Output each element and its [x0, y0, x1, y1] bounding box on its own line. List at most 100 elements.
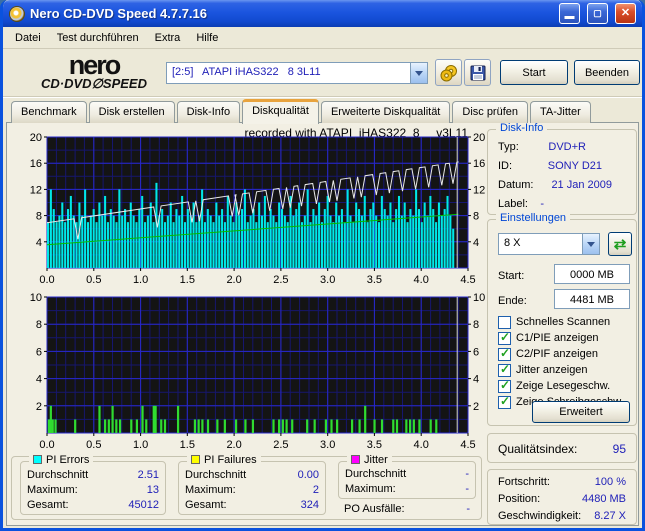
- stat-label: Gesamt:: [27, 499, 69, 511]
- maximize-button[interactable]: ▢: [587, 3, 608, 24]
- svg-text:3.5: 3.5: [367, 274, 382, 285]
- po-failures-label: PO Ausfälle:: [344, 503, 405, 515]
- quit-button-label: Beenden: [584, 66, 630, 79]
- refresh-icon: ⇄: [613, 235, 627, 253]
- pi-errors-chart: 4 4 8 8 12 12 16 16 20 20 0.0 0.5 1.0 1.5 2.0 2.5 3.0 3.5…: [30, 133, 486, 285]
- svg-text:4: 4: [36, 374, 42, 386]
- pi-errors-stats-title: PI Errors: [29, 454, 94, 466]
- svg-text:6: 6: [473, 346, 479, 358]
- tab-strip: Benchmark Disk erstellen Disk-Info Diskq…: [11, 99, 591, 124]
- pi-errors-swatch: [33, 455, 42, 464]
- checkbox-lesegeschw[interactable]: Zeige Lesegeschw.: [498, 378, 610, 393]
- stat-label: Maximum:: [185, 484, 236, 496]
- advanced-button-label: Erweitert: [559, 406, 603, 418]
- checkbox-icon[interactable]: [498, 362, 511, 377]
- app-window: Nero CD-DVD Speed 4.7.7.16 ▬ ▢ ✕ Datei T…: [0, 0, 645, 531]
- svg-text:4.5: 4.5: [460, 274, 475, 285]
- svg-text:3.0: 3.0: [320, 439, 335, 451]
- quit-button[interactable]: Beenden: [574, 60, 640, 85]
- svg-text:4.0: 4.0: [414, 439, 429, 451]
- stat-value: 2.51: [137, 469, 159, 481]
- svg-text:0.5: 0.5: [86, 274, 101, 285]
- quality-index-label: Qualitätsindex:: [498, 442, 578, 456]
- refresh-button[interactable]: ⇄: [608, 232, 632, 256]
- tab-disk-erstellen[interactable]: Disk erstellen: [88, 101, 175, 123]
- menu-datei[interactable]: Datei: [7, 30, 49, 46]
- tab-erweiterte-diskqualitaet[interactable]: Erweiterte Diskqualität: [320, 101, 451, 123]
- stat-label: Durchschnitt: [185, 469, 247, 481]
- svg-text:8: 8: [36, 319, 42, 331]
- checkbox-icon[interactable]: [498, 394, 511, 409]
- tab-benchmark[interactable]: Benchmark: [11, 101, 87, 123]
- svg-text:4: 4: [36, 237, 42, 249]
- start-position-label: Start:: [498, 270, 525, 282]
- checkbox-label: C2/PIF anzeigen: [516, 348, 598, 360]
- svg-text:4.5: 4.5: [460, 439, 475, 451]
- svg-text:4.0: 4.0: [414, 274, 429, 285]
- stat-label: Maximum:: [345, 483, 396, 495]
- progress-box: Fortschritt: 100 % Position: 4480 MB Gesch…: [487, 469, 637, 525]
- svg-text:4: 4: [473, 237, 479, 249]
- svg-text:16: 16: [30, 158, 42, 170]
- pi-failures-swatch: [191, 455, 200, 464]
- tab-ta-jitter[interactable]: TA-Jitter: [530, 101, 591, 123]
- stat-label: Gesamt:: [185, 499, 227, 511]
- settings-box: Einstellungen 8 X ⇄ Start: Ende: Schnell…: [487, 212, 637, 426]
- tab-diskqualitaet[interactable]: Diskqualität: [242, 99, 319, 124]
- svg-text:1.0: 1.0: [133, 439, 148, 451]
- tab-disk-info[interactable]: Disk-Info: [176, 101, 241, 123]
- svg-text:4: 4: [473, 374, 479, 386]
- checkbox-c2-pif[interactable]: C2/PIF anzeigen: [498, 346, 598, 361]
- menu-extra[interactable]: Extra: [147, 30, 189, 46]
- po-failures-row: PO Ausfälle: -: [344, 503, 470, 515]
- stat-value: 13: [146, 484, 159, 496]
- start-button[interactable]: Start: [500, 60, 568, 85]
- checkbox-c1-pie[interactable]: C1/PIE anzeigen: [498, 330, 599, 345]
- po-failures-value: -: [466, 503, 470, 515]
- speed-label: Geschwindigkeit:: [498, 510, 582, 522]
- menubar: Datei Test durchführen Extra Hilfe: [3, 27, 642, 49]
- checkbox-icon[interactable]: [498, 315, 511, 329]
- nero-logo: nero CD·DVD∅SPEED: [19, 50, 169, 91]
- start-position-field[interactable]: [554, 264, 630, 284]
- end-position-field[interactable]: [554, 289, 630, 309]
- statistics-panel: PI Errors Durchschnitt 2.51 Maximum: 13 Ge…: [11, 454, 482, 520]
- checkbox-schnelles-scannen[interactable]: Schnelles Scannen: [498, 315, 610, 329]
- maximize-icon: ▢: [593, 8, 602, 18]
- close-button[interactable]: ✕: [615, 3, 636, 24]
- checkbox-icon[interactable]: [498, 346, 511, 361]
- checkbox-icon[interactable]: [498, 378, 511, 393]
- drive-select[interactable]: [2:5] ATAPI iHAS322 8 3L11: [166, 62, 428, 84]
- start-button-label: Start: [522, 66, 546, 79]
- checkbox-icon[interactable]: [498, 330, 511, 345]
- chevron-down-icon[interactable]: [582, 234, 599, 254]
- disk-date-value: 21 Jan 2009: [551, 179, 612, 191]
- checkbox-label: Schnelles Scannen: [516, 316, 611, 328]
- menu-hilfe[interactable]: Hilfe: [188, 30, 226, 46]
- speed-select[interactable]: 8 X: [498, 233, 600, 255]
- disk-type-value: DVD+R: [548, 141, 586, 153]
- tab-disc-pruefen[interactable]: Disc prüfen: [452, 101, 529, 123]
- jitter-swatch: [351, 455, 360, 464]
- svg-text:8: 8: [473, 211, 479, 223]
- stat-value: 2: [312, 484, 319, 496]
- minimize-button[interactable]: ▬: [559, 3, 580, 24]
- nero-logo-text: nero: [68, 50, 122, 80]
- advanced-button[interactable]: Erweitert: [532, 401, 630, 423]
- menu-test-durchfuehren[interactable]: Test durchführen: [49, 30, 147, 46]
- save-button[interactable]: [464, 59, 491, 86]
- stat-value: 324: [300, 499, 319, 511]
- svg-text:0.0: 0.0: [39, 274, 54, 285]
- svg-text:0.5: 0.5: [86, 439, 101, 451]
- chevron-down-icon[interactable]: [410, 63, 427, 83]
- checkbox-label: C1/PIE anzeigen: [516, 332, 599, 344]
- svg-text:2.5: 2.5: [273, 439, 288, 451]
- checkbox-jitter[interactable]: Jitter anzeigen: [498, 362, 588, 377]
- svg-text:2: 2: [36, 401, 42, 413]
- svg-text:3.0: 3.0: [320, 274, 335, 285]
- speed-value: 8.27 X: [594, 510, 626, 522]
- stat-label: Durchschnitt: [27, 469, 89, 481]
- titlebar[interactable]: Nero CD-DVD Speed 4.7.7.16 ▬ ▢ ✕: [3, 0, 642, 27]
- eject-disc-button[interactable]: [435, 59, 462, 86]
- stat-label: Durchschnitt: [345, 468, 407, 480]
